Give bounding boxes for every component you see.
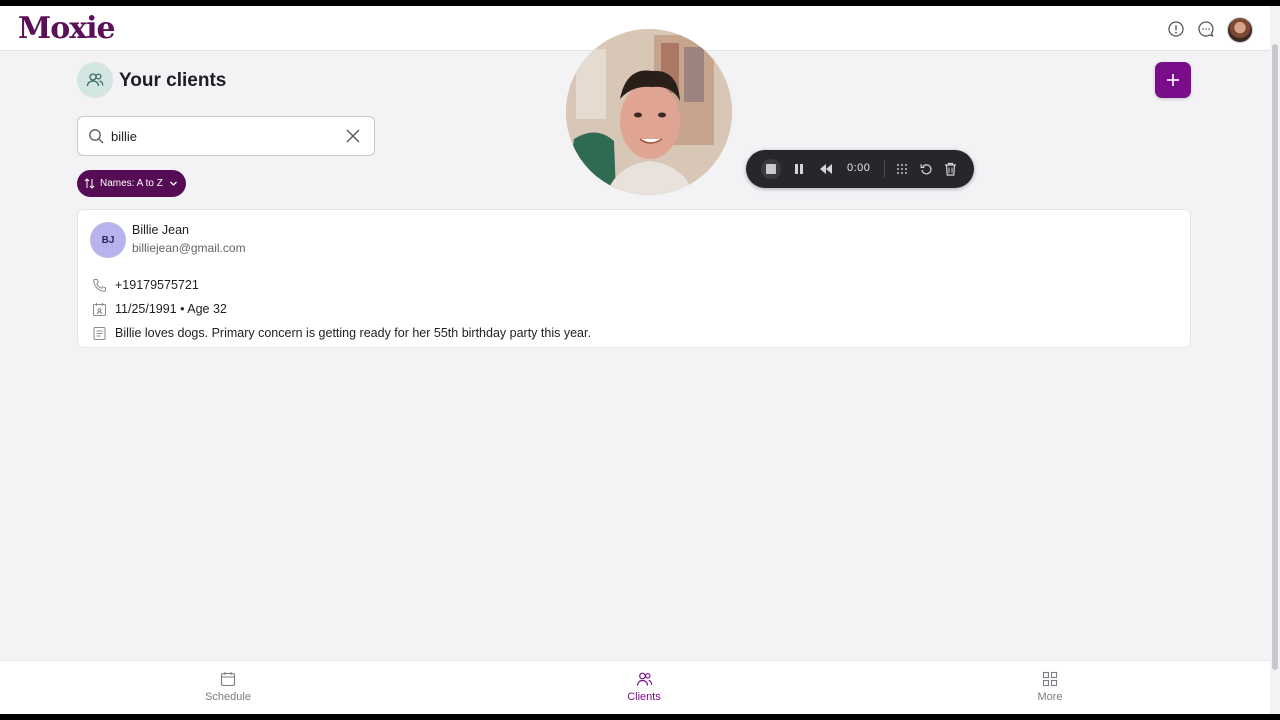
client-phone: +19179575721 xyxy=(115,278,199,292)
stop-recording-button[interactable] xyxy=(761,159,781,179)
client-email: billiejean@gmail.com xyxy=(132,241,246,255)
nav-schedule[interactable]: Schedule xyxy=(168,661,288,714)
bottom-navigation: Schedule Clients More xyxy=(0,660,1270,714)
client-notes-row: Billie loves dogs. Primary concern is ge… xyxy=(92,324,591,342)
pause-icon xyxy=(795,164,803,174)
stop-icon xyxy=(761,159,781,179)
webcam-bubble[interactable] xyxy=(566,29,732,195)
clear-search-icon[interactable] xyxy=(346,129,360,143)
nav-more[interactable]: More xyxy=(990,661,1110,714)
client-name: Billie Jean xyxy=(132,223,189,237)
recording-timer: 0:00 xyxy=(847,162,871,174)
info-icon[interactable] xyxy=(1167,20,1185,38)
chat-icon[interactable] xyxy=(1197,20,1215,38)
client-search xyxy=(77,116,375,156)
pause-button[interactable] xyxy=(789,159,809,179)
nav-clients[interactable]: Clients xyxy=(584,661,704,714)
page-title: Your clients xyxy=(119,70,227,91)
screen-recorder-controls: 0:00 xyxy=(746,150,974,188)
moxie-logo[interactable]: Moxie xyxy=(18,11,116,46)
calendar-user-icon xyxy=(93,302,106,316)
nav-schedule-label: Schedule xyxy=(205,691,251,703)
client-avatar: BJ xyxy=(90,222,126,258)
nav-clients-label: Clients xyxy=(627,691,661,703)
rewind-button[interactable] xyxy=(816,159,836,179)
search-input[interactable] xyxy=(111,125,331,147)
recorder-divider xyxy=(884,160,885,178)
app-window: Moxie Your clients Names: A to Z BJ Bill… xyxy=(0,6,1270,714)
chevron-down-icon xyxy=(169,181,177,186)
search-icon xyxy=(89,129,104,144)
drag-handle[interactable] xyxy=(892,159,912,179)
grid-icon xyxy=(1042,671,1058,687)
sort-dropdown[interactable]: Names: A to Z xyxy=(77,170,186,197)
client-birthday-row: 11/25/1991 • Age 32 xyxy=(92,300,227,318)
sort-icon xyxy=(84,178,95,189)
client-birthday: 11/25/1991 • Age 32 xyxy=(115,302,227,316)
client-notes: Billie loves dogs. Primary concern is ge… xyxy=(115,326,591,340)
plus-icon xyxy=(1167,74,1179,86)
client-phone-row: +19179575721 xyxy=(92,276,199,294)
calendar-icon xyxy=(220,672,236,687)
restart-icon xyxy=(920,163,932,174)
sort-label: Names: A to Z xyxy=(100,178,163,189)
users-icon xyxy=(77,62,113,98)
nav-more-label: More xyxy=(1037,691,1063,703)
rewind-icon xyxy=(820,164,832,174)
delete-recording-button[interactable] xyxy=(940,159,960,179)
restart-button[interactable] xyxy=(916,159,936,179)
add-client-button[interactable] xyxy=(1155,62,1191,98)
scrollbar-thumb[interactable] xyxy=(1272,44,1278,670)
notes-icon xyxy=(93,326,106,340)
user-avatar[interactable] xyxy=(1227,17,1253,43)
grip-icon xyxy=(897,164,907,174)
phone-icon xyxy=(93,278,106,292)
users-icon xyxy=(636,672,653,686)
client-card[interactable]: BJ Billie Jean billiejean@gmail.com +191… xyxy=(77,209,1191,348)
trash-icon xyxy=(944,162,956,176)
